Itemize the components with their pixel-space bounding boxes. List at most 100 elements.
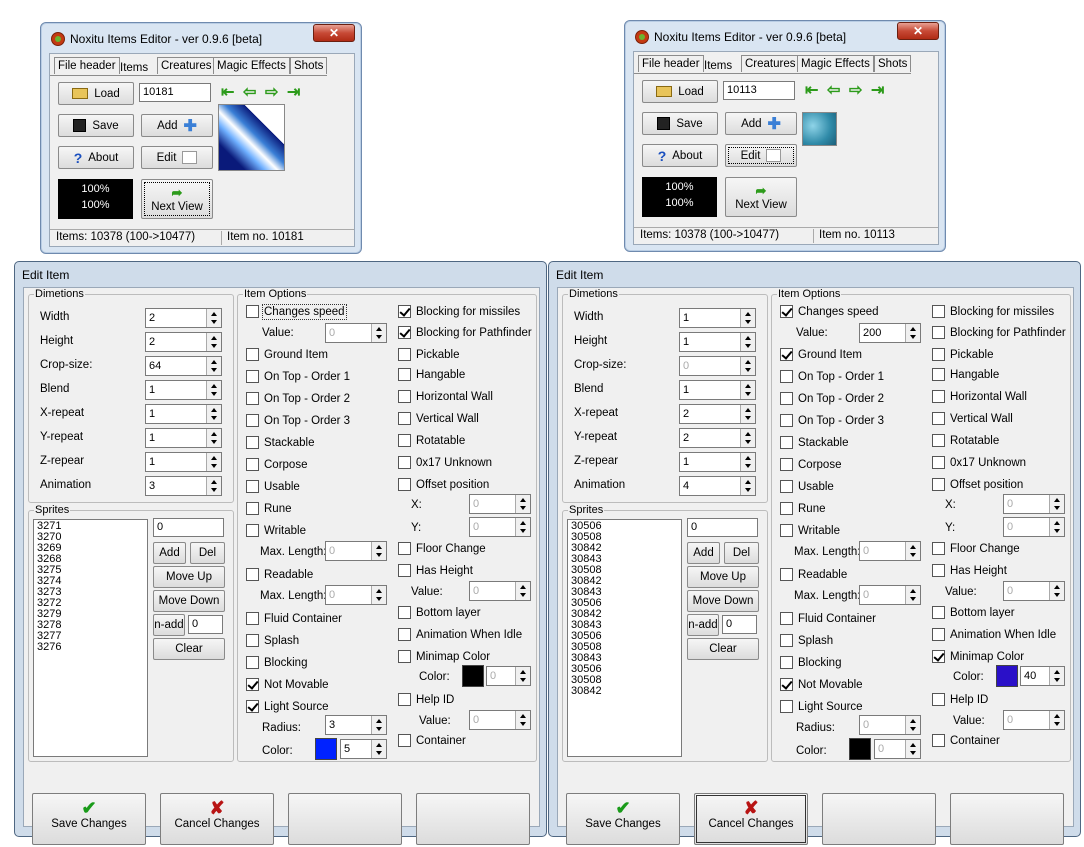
minimap-color-spinner[interactable]: 0 (486, 666, 531, 686)
next-item-icon[interactable]: ⇨ (265, 85, 278, 101)
checkbox-horizontal-wall[interactable]: Horizontal Wall (932, 390, 1027, 403)
checkbox-box[interactable] (398, 326, 411, 339)
checkbox-box[interactable] (932, 326, 945, 339)
checkbox-stackable[interactable]: Stackable (780, 436, 849, 449)
checkbox-box[interactable] (932, 412, 945, 425)
first-item-icon[interactable]: ⇤ (805, 83, 818, 99)
checkbox-0x17-unknown[interactable]: 0x17 Unknown (398, 456, 492, 469)
checkbox-box[interactable] (780, 502, 793, 515)
spin-arrows-icon[interactable] (1049, 667, 1064, 685)
spin-arrows-icon[interactable] (371, 324, 386, 342)
checkbox-box[interactable] (932, 390, 945, 403)
first-item-icon[interactable]: ⇤ (221, 85, 234, 101)
checkbox-stackable[interactable]: Stackable (246, 436, 315, 449)
help-value-spinner[interactable]: 0 (469, 710, 531, 730)
checkbox-on-top-order-2[interactable]: On Top - Order 2 (780, 392, 884, 405)
checkbox-offset-position[interactable]: Offset position (932, 478, 1023, 491)
cancel-changes-button[interactable]: ✘ Cancel Changes (160, 793, 274, 845)
empty-button-1[interactable] (822, 793, 936, 845)
checkbox-box[interactable] (780, 700, 793, 713)
readable-maxlen-spinner[interactable]: 0 (859, 585, 921, 605)
spin-arrows-icon[interactable] (515, 667, 530, 685)
spin-arrows-icon[interactable] (206, 357, 221, 375)
checkbox-changes-speed[interactable]: Changes speed (780, 305, 879, 318)
checkbox-box[interactable] (780, 436, 793, 449)
checkbox-rune[interactable]: Rune (246, 502, 292, 515)
dim-x-repeat-spinner[interactable]: 1 (145, 404, 222, 424)
checkbox-has-height[interactable]: Has Height (932, 564, 1007, 577)
checkbox-help-id[interactable]: Help ID (932, 693, 988, 706)
spin-arrows-icon[interactable] (371, 716, 386, 734)
prev-item-icon[interactable]: ⇦ (243, 85, 256, 101)
spin-arrows-icon[interactable] (740, 381, 755, 399)
about-button[interactable]: ? About (58, 146, 134, 169)
sprite-list-item[interactable]: 3276 (37, 642, 144, 653)
checkbox-box[interactable] (398, 368, 411, 381)
checkbox-box[interactable] (780, 678, 793, 691)
clear-button[interactable]: Clear (687, 638, 759, 660)
spin-arrows-icon[interactable] (206, 381, 221, 399)
checkbox-box[interactable] (398, 390, 411, 403)
checkbox-ground-item[interactable]: Ground Item (780, 348, 862, 361)
dim-animation-spinner[interactable]: 3 (145, 476, 222, 496)
checkbox-offset-position[interactable]: Offset position (398, 478, 489, 491)
move-up-button[interactable]: Move Up (153, 566, 225, 588)
dim-y-repeat-spinner[interactable]: 1 (145, 428, 222, 448)
checkbox-corpose[interactable]: Corpose (780, 458, 841, 471)
checkbox-box[interactable] (398, 478, 411, 491)
dim-crop-size-spinner[interactable]: 0 (679, 356, 756, 376)
checkbox-box[interactable] (398, 412, 411, 425)
checkbox-box[interactable] (932, 456, 945, 469)
spin-arrows-icon[interactable] (740, 429, 755, 447)
checkbox-0x17-unknown[interactable]: 0x17 Unknown (932, 456, 1026, 469)
light-color-swatch[interactable] (849, 738, 871, 760)
spin-arrows-icon[interactable] (515, 711, 530, 729)
checkbox-readable[interactable]: Readable (246, 568, 313, 581)
checkbox-box[interactable] (246, 634, 259, 647)
sprite-id-input[interactable]: 0 (153, 518, 224, 537)
checkbox-vertical-wall[interactable]: Vertical Wall (398, 412, 479, 425)
checkbox-pickable[interactable]: Pickable (932, 348, 993, 361)
n-add-button[interactable]: n-add (153, 614, 185, 636)
checkbox-fluid-container[interactable]: Fluid Container (246, 612, 342, 625)
save-changes-button[interactable]: ✔ Save Changes (32, 793, 146, 845)
sprite-id-input[interactable]: 0 (687, 518, 758, 537)
checkbox-horizontal-wall[interactable]: Horizontal Wall (398, 390, 493, 403)
dim-width-spinner[interactable]: 1 (679, 308, 756, 328)
checkbox-corpose[interactable]: Corpose (246, 458, 307, 471)
checkbox-container[interactable]: Container (932, 734, 1000, 747)
checkbox-box[interactable] (398, 456, 411, 469)
checkbox-box[interactable] (780, 305, 793, 318)
sprites-list[interactable]: 30506 30508 30842 30843 30508 30842 30843 30506… (567, 519, 682, 757)
checkbox-box[interactable] (246, 524, 259, 537)
checkbox-box[interactable] (398, 693, 411, 706)
tab-file-header[interactable]: File header (638, 55, 704, 72)
checkbox-box[interactable] (932, 606, 945, 619)
checkbox-help-id[interactable]: Help ID (398, 693, 454, 706)
title-bar[interactable]: Noxitu Items Editor - ver 0.9.6 [beta] ✕ (625, 21, 945, 49)
checkbox-box[interactable] (246, 348, 259, 361)
checkbox-container[interactable]: Container (398, 734, 466, 747)
minimap-color-swatch[interactable] (462, 665, 484, 687)
checkbox-blocking[interactable]: Blocking (246, 656, 307, 669)
checkbox-box[interactable] (246, 414, 259, 427)
spin-arrows-icon[interactable] (740, 405, 755, 423)
item-id-input[interactable]: 10113 (723, 81, 795, 100)
last-item-icon[interactable]: ⇥ (871, 83, 884, 99)
checkbox-box[interactable] (246, 458, 259, 471)
spin-arrows-icon[interactable] (371, 586, 386, 604)
empty-button-2[interactable] (416, 793, 530, 845)
spin-arrows-icon[interactable] (1049, 518, 1064, 536)
checkbox-box[interactable] (780, 524, 793, 537)
dim-height-spinner[interactable]: 2 (145, 332, 222, 352)
checkbox-box[interactable] (932, 434, 945, 447)
checkbox-splash[interactable]: Splash (246, 634, 299, 647)
spin-arrows-icon[interactable] (740, 477, 755, 495)
checkbox-light-source[interactable]: Light Source (246, 700, 329, 713)
checkbox-box[interactable] (780, 656, 793, 669)
checkbox-rune[interactable]: Rune (780, 502, 826, 515)
dim-x-repeat-spinner[interactable]: 2 (679, 404, 756, 424)
save-changes-button[interactable]: ✔ Save Changes (566, 793, 680, 845)
checkbox-floor-change[interactable]: Floor Change (398, 542, 486, 555)
checkbox-box[interactable] (398, 650, 411, 663)
